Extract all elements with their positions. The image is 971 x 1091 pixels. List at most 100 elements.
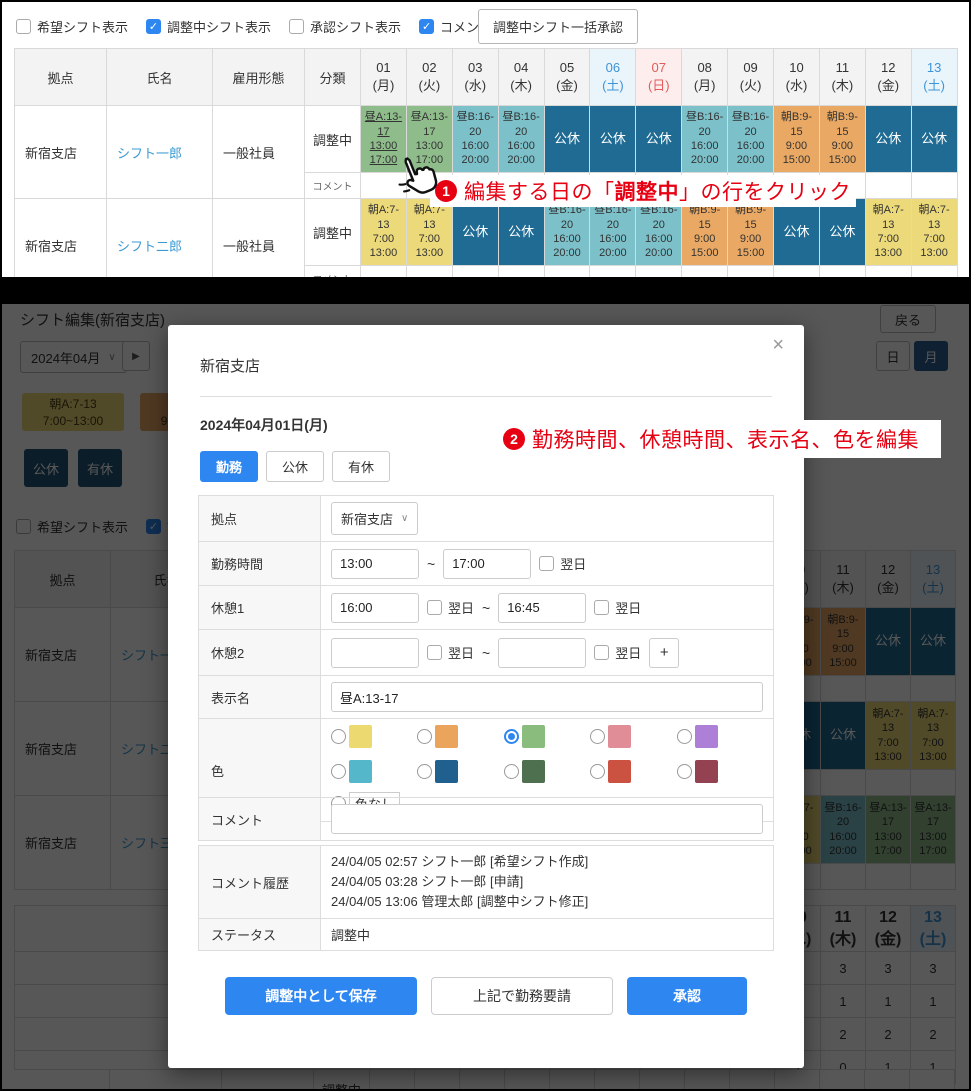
filter-checkbox[interactable]: 希望シフト表示 [16, 17, 128, 36]
checkbox-unchecked[interactable] [539, 556, 554, 571]
history-status-table: コメント履歴 24/04/05 02:57 シフト一郎 [希望シフト作成]24/… [198, 845, 774, 951]
close-icon[interactable]: × [766, 333, 790, 358]
color-swatch[interactable] [522, 725, 545, 748]
break2-end-nextday-checkbox[interactable]: 翌日 [594, 643, 641, 662]
shift-cell[interactable]: 朝A:7-137:0013:00 [911, 199, 957, 266]
radio[interactable] [331, 729, 346, 744]
radio[interactable] [417, 729, 432, 744]
shift-cell[interactable]: 朝B:9-159:0015:00 [682, 199, 728, 266]
checkbox-unchecked[interactable] [427, 600, 442, 615]
color-swatch[interactable] [608, 760, 631, 783]
color-option[interactable] [590, 725, 676, 748]
break1-end-nextday-checkbox[interactable]: 翌日 [594, 598, 641, 617]
shift-cell[interactable]: 昼B:16-2016:0020:00 [636, 199, 682, 266]
color-option[interactable] [504, 725, 590, 748]
add-break-button[interactable]: + [649, 638, 679, 668]
cell-name: シフト一郎 [107, 106, 213, 199]
shift-cell-dayoff[interactable]: 公休 [498, 199, 544, 266]
checkbox-unchecked[interactable] [594, 600, 609, 615]
shift-cell[interactable]: 朝B:9-159:0015:00 [819, 106, 865, 173]
employee-link[interactable]: シフト二郎 [117, 239, 182, 254]
color-option[interactable] [677, 725, 763, 748]
secondary-action-button[interactable]: 上記で勤務要請 [431, 977, 613, 1015]
shift-cell[interactable]: 昼B:16-2016:0020:00 [452, 106, 498, 173]
shift-cell-dayoff[interactable]: 公休 [819, 199, 865, 266]
checkbox-unchecked[interactable] [594, 645, 609, 660]
checkbox-checked[interactable]: ✓ [146, 19, 161, 34]
shift-cell[interactable]: 昼B:16-2016:0020:00 [590, 199, 636, 266]
filter-checkbox[interactable]: 承認シフト表示 [289, 17, 401, 36]
color-option[interactable] [331, 725, 417, 748]
employee-link[interactable]: シフト一郎 [117, 146, 182, 161]
shift-type-tab[interactable]: 有休 [332, 451, 390, 482]
shift-type-tab[interactable]: 勤務 [200, 451, 258, 482]
annotation-step2: 2 勤務時間、休憩時間、表示名、色を編集 [497, 420, 941, 458]
color-option[interactable] [677, 760, 763, 783]
color-option[interactable] [417, 760, 503, 783]
radio[interactable] [677, 764, 692, 779]
day-number: 10 [775, 59, 818, 77]
day-of-week: (木) [821, 77, 864, 95]
radio[interactable] [417, 764, 432, 779]
shift-cell[interactable]: 朝A:7-137:0013:00 [865, 199, 911, 266]
work-start-input[interactable] [331, 549, 419, 579]
color-option[interactable] [331, 760, 417, 783]
shift-cell-dayoff[interactable]: 公休 [590, 106, 636, 173]
day-number: 01 [362, 59, 405, 77]
base-select[interactable]: 新宿支店 ∨ [331, 502, 418, 535]
primary-action-button[interactable]: 承認 [627, 977, 747, 1015]
comment-cell [819, 266, 865, 278]
work-end-input[interactable] [443, 549, 531, 579]
shift-cell[interactable]: 朝A:7-137:0013:00 [361, 199, 407, 266]
color-swatch[interactable] [435, 725, 458, 748]
bulk-approve-button[interactable]: 調整中シフト一括承認 [478, 9, 638, 44]
shift-cell[interactable]: 昼B:16-2016:0020:00 [544, 199, 590, 266]
color-swatch[interactable] [522, 760, 545, 783]
shift-cell[interactable]: 昼B:16-2016:0020:00 [728, 106, 774, 173]
color-swatch[interactable] [608, 725, 631, 748]
shift-cell-dayoff[interactable]: 公休 [636, 106, 682, 173]
shift-cell-dayoff[interactable]: 公休 [774, 199, 820, 266]
color-option[interactable] [590, 760, 676, 783]
radio[interactable] [590, 764, 605, 779]
work-end-nextday-checkbox[interactable]: 翌日 [539, 554, 586, 573]
radio[interactable] [677, 729, 692, 744]
shift-type-tab[interactable]: 公休 [266, 451, 324, 482]
color-swatch[interactable] [695, 760, 718, 783]
shift-cell-dayoff[interactable]: 公休 [544, 106, 590, 173]
checkbox-unchecked[interactable] [427, 645, 442, 660]
shift-cell-dayoff[interactable]: 公休 [452, 199, 498, 266]
radio[interactable] [590, 729, 605, 744]
day-header: 13(土) [911, 49, 957, 106]
primary-action-button[interactable]: 調整中として保存 [225, 977, 417, 1015]
checkbox-unchecked[interactable] [16, 19, 31, 34]
comment-input[interactable] [331, 804, 763, 834]
color-swatch[interactable] [695, 725, 718, 748]
break2-start-nextday-checkbox[interactable]: 翌日 [427, 643, 474, 662]
shift-end: 13:00 [913, 246, 956, 260]
shift-cell[interactable]: 朝B:9-159:0015:00 [728, 199, 774, 266]
break1-start-nextday-checkbox[interactable]: 翌日 [427, 598, 474, 617]
break1-end-input[interactable] [498, 593, 586, 623]
color-option[interactable] [417, 725, 503, 748]
color-swatch[interactable] [349, 725, 372, 748]
break2-start-input[interactable] [331, 638, 419, 668]
break2-end-input[interactable] [498, 638, 586, 668]
color-swatch[interactable] [349, 760, 372, 783]
shift-cell[interactable]: 昼B:16-2016:0020:00 [498, 106, 544, 173]
checkbox-checked[interactable]: ✓ [419, 19, 434, 34]
radio[interactable] [331, 764, 346, 779]
shift-cell[interactable]: 朝B:9-159:0015:00 [774, 106, 820, 173]
display-name-input[interactable] [331, 682, 763, 712]
radio-selected[interactable] [504, 729, 519, 744]
color-option[interactable] [504, 760, 590, 783]
day-of-week: (土) [913, 77, 956, 95]
radio[interactable] [504, 764, 519, 779]
break1-start-input[interactable] [331, 593, 419, 623]
shift-cell-dayoff[interactable]: 公休 [865, 106, 911, 173]
shift-cell[interactable]: 昼B:16-2016:0020:00 [682, 106, 728, 173]
color-swatch[interactable] [435, 760, 458, 783]
checkbox-unchecked[interactable] [289, 19, 304, 34]
filter-checkbox[interactable]: ✓調整中シフト表示 [146, 17, 271, 36]
shift-cell-dayoff[interactable]: 公休 [911, 106, 957, 173]
